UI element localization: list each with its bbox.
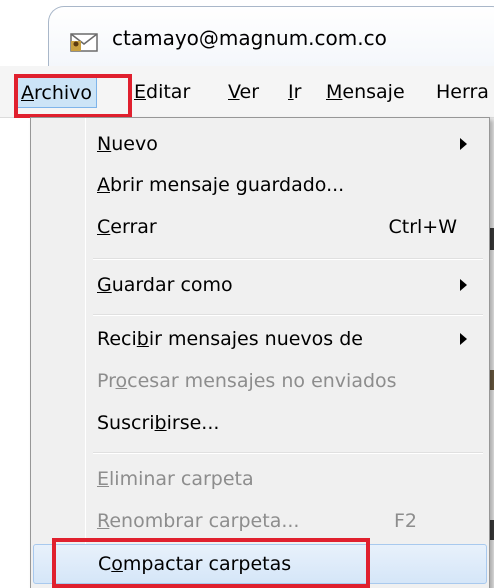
menu-item-shortcut: Ctrl+W (388, 216, 457, 238)
envelope-icon (70, 33, 98, 52)
highlight-archivo (14, 74, 132, 118)
submenu-arrow-icon (460, 138, 467, 150)
app-root: ctamayo@magnum.com.co Archivo Editar Ver… (0, 0, 494, 588)
menu-ir[interactable]: Ir (284, 76, 305, 108)
submenu-arrow-icon (460, 279, 467, 291)
menu-item-renombrar-carpeta: Renombrar carpeta... F2 (33, 502, 487, 542)
menu-item-shortcut: F2 (393, 510, 417, 532)
background-content (490, 370, 494, 390)
menu-separator (93, 314, 483, 316)
menu-separator (93, 452, 483, 454)
menu-item-abrir-mensaje[interactable]: Abrir mensaje guardado... (33, 166, 487, 206)
menu-separator (93, 258, 483, 260)
menu-item-label: Procesar mensajes no enviados (97, 370, 397, 392)
menu-herramientas[interactable]: Herra (432, 76, 493, 108)
menu-item-recibir-mensajes[interactable]: Recibir mensajes nuevos de (33, 320, 487, 360)
background-content (490, 520, 494, 540)
menu-item-label: Eliminar carpeta (97, 468, 254, 490)
submenu-arrow-icon (460, 333, 467, 345)
menu-item-cerrar[interactable]: Cerrar Ctrl+W (33, 208, 487, 248)
menu-item-nuevo[interactable]: Nuevo (33, 125, 487, 165)
background-content (490, 228, 494, 250)
menu-ver[interactable]: Ver (224, 76, 263, 108)
menu-item-suscribirse[interactable]: Suscribirse... (33, 404, 487, 444)
menu-item-label: Recibir mensajes nuevos de (97, 328, 363, 350)
highlight-compactar-carpetas (52, 538, 370, 588)
menu-item-label: Nuevo (97, 133, 158, 155)
menu-item-guardar-como[interactable]: Guardar como (33, 266, 487, 306)
menu-item-label: Guardar como (97, 274, 233, 296)
menu-item-procesar-mensajes: Procesar mensajes no enviados (33, 362, 487, 402)
menu-mensaje[interactable]: Mensaje (322, 76, 409, 108)
background-content (490, 118, 494, 588)
menu-item-eliminar-carpeta: Eliminar carpeta (33, 460, 487, 500)
menu-editar[interactable]: Editar (130, 76, 194, 108)
archivo-dropdown-menu: Nuevo Abrir mensaje guardado... Cerrar C… (30, 117, 490, 588)
menu-item-label: Abrir mensaje guardado... (97, 174, 345, 196)
menu-item-label: Suscribirse... (97, 412, 220, 434)
menu-item-label: Renombrar carpeta... (97, 510, 300, 532)
menu-item-label: Cerrar (97, 216, 157, 238)
tab-title: ctamayo@magnum.com.co (112, 26, 387, 50)
